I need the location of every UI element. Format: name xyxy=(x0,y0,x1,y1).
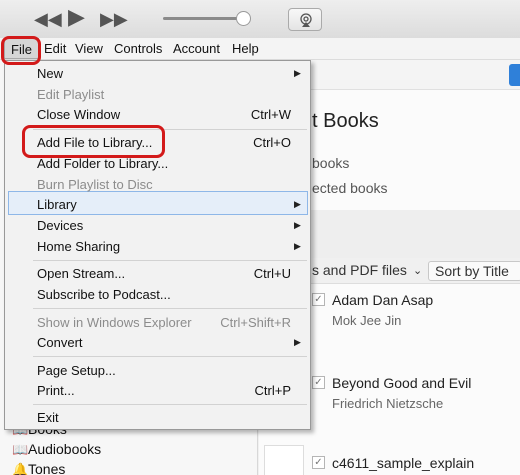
menu-item-page-setup[interactable]: Page Setup... xyxy=(37,363,116,382)
player-toolbar: ◀◀ ▶ ▶▶ xyxy=(0,0,520,38)
menu-item-close-window[interactable]: Close Window Ctrl+W xyxy=(37,107,291,126)
menu-separator xyxy=(33,308,307,309)
menu-item-show-in-explorer: Show in Windows Explorer Ctrl+Shift+R xyxy=(37,315,291,334)
volume-slider[interactable] xyxy=(163,17,245,20)
menu-item-home-sharing[interactable]: Home Sharing xyxy=(37,239,120,258)
menu-item-label: Burn Playlist to Disc xyxy=(37,177,153,192)
menu-item-label: Show in Windows Explorer xyxy=(37,315,192,330)
menu-edit[interactable]: Edit xyxy=(44,41,66,56)
menu-item-label: Edit Playlist xyxy=(37,87,105,102)
file-dropdown-menu: New ▶ Edit Playlist Close Window Ctrl+W … xyxy=(4,60,311,430)
menu-item-devices[interactable]: Devices xyxy=(37,218,83,237)
menu-item-label: Home Sharing xyxy=(37,239,121,254)
menu-bar: File Edit View Controls Account Help xyxy=(0,38,520,60)
submenu-arrow-icon: ▶ xyxy=(294,220,301,230)
shortcut-label: Ctrl+U xyxy=(253,266,291,281)
menu-item-label: Devices xyxy=(37,218,84,233)
play-icon[interactable]: ▶ xyxy=(68,6,85,28)
menu-separator xyxy=(33,260,307,261)
rewind-icon[interactable]: ◀◀ xyxy=(34,9,62,29)
menu-item-subscribe-podcast[interactable]: Subscribe to Podcast... xyxy=(37,287,171,306)
shortcut-label: Ctrl+Shift+R xyxy=(220,315,291,330)
book-title: c4611_sample_explain xyxy=(332,455,475,471)
airplay-icon xyxy=(300,13,312,27)
info-line-1: books xyxy=(312,155,350,171)
annotation-highlight-file xyxy=(1,36,41,65)
audiobook-icon: 📖 xyxy=(12,442,29,457)
sort-dropdown[interactable]: Sort by Title xyxy=(428,261,520,281)
menu-item-label: Library xyxy=(37,197,77,212)
book-author: Mok Jee Jin xyxy=(332,313,402,328)
sidebar-item-tones[interactable]: 🔔Tones xyxy=(12,461,65,475)
menu-account[interactable]: Account xyxy=(173,41,220,56)
airplay-button[interactable] xyxy=(288,8,322,31)
sort-label: Sort by Title xyxy=(435,263,509,279)
book-cover-thumbnail xyxy=(264,445,304,475)
menu-item-label: Page Setup... xyxy=(37,363,116,378)
menu-separator xyxy=(33,356,307,357)
annotation-highlight-add-file xyxy=(22,125,165,158)
menu-item-add-folder[interactable]: Add Folder to Library... xyxy=(37,156,168,175)
bell-icon: 🔔 xyxy=(12,462,29,475)
menu-item-label: Print... xyxy=(37,383,75,398)
menu-item-edit-playlist: Edit Playlist xyxy=(37,87,104,106)
book-title: Adam Dan Asap xyxy=(332,292,434,308)
menu-item-label: New xyxy=(37,66,64,81)
menu-item-label: Open Stream... xyxy=(37,266,126,281)
submenu-arrow-icon: ▶ xyxy=(294,241,301,251)
menu-item-open-stream[interactable]: Open Stream... Ctrl+U xyxy=(37,266,291,285)
shortcut-label: Ctrl+P xyxy=(254,383,291,398)
shortcut-label: Ctrl+W xyxy=(250,107,291,122)
menu-item-burn-playlist: Burn Playlist to Disc xyxy=(37,177,153,196)
menu-item-exit[interactable]: Exit xyxy=(37,410,59,429)
menu-item-print[interactable]: Print... Ctrl+P xyxy=(37,383,291,402)
menu-help[interactable]: Help xyxy=(232,41,259,56)
menu-view[interactable]: View xyxy=(75,41,103,56)
page-title: t Books xyxy=(312,110,379,132)
book-author: Friedrich Nietzsche xyxy=(332,396,444,411)
submenu-arrow-icon: ▶ xyxy=(294,337,301,347)
checkbox[interactable]: ✓ xyxy=(312,293,325,306)
checkbox[interactable]: ✓ xyxy=(312,376,325,389)
menu-item-label: Exit xyxy=(37,410,59,425)
menu-controls[interactable]: Controls xyxy=(114,41,162,56)
sidebar-item-label: Tones xyxy=(28,461,66,475)
submenu-arrow-icon: ▶ xyxy=(294,199,301,209)
sidebar-item-audiobooks[interactable]: 📖Audiobooks xyxy=(12,441,101,458)
menu-item-label: Convert xyxy=(37,335,83,350)
filter-dropdown[interactable]: s and PDF files xyxy=(312,262,407,278)
menu-item-label: Close Window xyxy=(37,107,121,122)
shortcut-label: Ctrl+O xyxy=(253,135,291,150)
menu-gutter xyxy=(5,61,31,429)
menu-item-label: Add Folder to Library... xyxy=(37,156,169,171)
chevron-down-icon: ⌄ xyxy=(413,265,423,277)
menu-separator xyxy=(33,404,307,405)
menu-item-label: Subscribe to Podcast... xyxy=(37,287,171,302)
sidebar-item-label: Audiobooks xyxy=(28,441,102,457)
blue-action-button[interactable] xyxy=(509,64,520,86)
book-title: Beyond Good and Evil xyxy=(332,375,472,391)
menu-item-library[interactable]: Library xyxy=(37,197,77,216)
info-line-2: ected books xyxy=(312,180,388,196)
submenu-arrow-icon: ▶ xyxy=(294,68,301,78)
checkbox[interactable]: ✓ xyxy=(312,456,325,469)
menu-item-convert[interactable]: Convert xyxy=(37,335,83,354)
fast-forward-icon[interactable]: ▶▶ xyxy=(100,9,128,29)
menu-item-new[interactable]: New xyxy=(37,66,63,85)
volume-knob[interactable] xyxy=(236,11,251,26)
